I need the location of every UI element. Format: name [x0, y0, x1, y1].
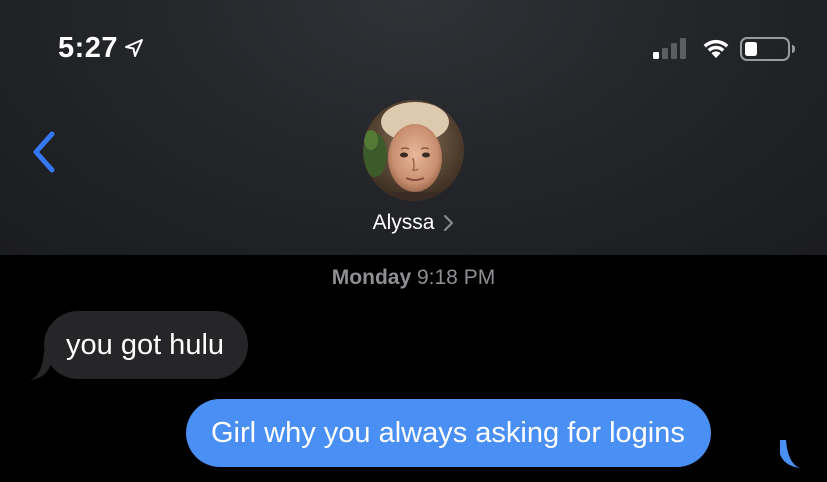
status-time-group: 5:27 [58, 30, 144, 66]
timestamp-day: Monday [331, 266, 412, 289]
status-bar: 5:27 [0, 0, 827, 90]
cellular-signal-icon [653, 38, 686, 59]
sent-message-bubble[interactable]: Girl why you always asking for logins [186, 399, 711, 467]
chevron-right-icon [444, 215, 454, 231]
location-arrow-icon [125, 39, 144, 57]
contact-avatar[interactable] [363, 100, 464, 201]
sent-bubble-tail [780, 440, 800, 468]
timestamp-time: 9:18 PM [416, 266, 496, 289]
back-button[interactable] [28, 128, 64, 176]
status-time: 5:27 [58, 32, 119, 64]
received-message-bubble[interactable]: you got hulu [44, 311, 249, 379]
battery-icon [740, 37, 795, 61]
contact-name-button[interactable]: Alyssa [0, 208, 827, 238]
conversation-header: 5:27 Alyssa [0, 0, 827, 255]
contact-name: Alyssa [372, 211, 435, 234]
wifi-icon [703, 39, 729, 58]
message-timestamp: Monday 9:18 PM [0, 263, 827, 293]
contact-photo [363, 100, 464, 201]
